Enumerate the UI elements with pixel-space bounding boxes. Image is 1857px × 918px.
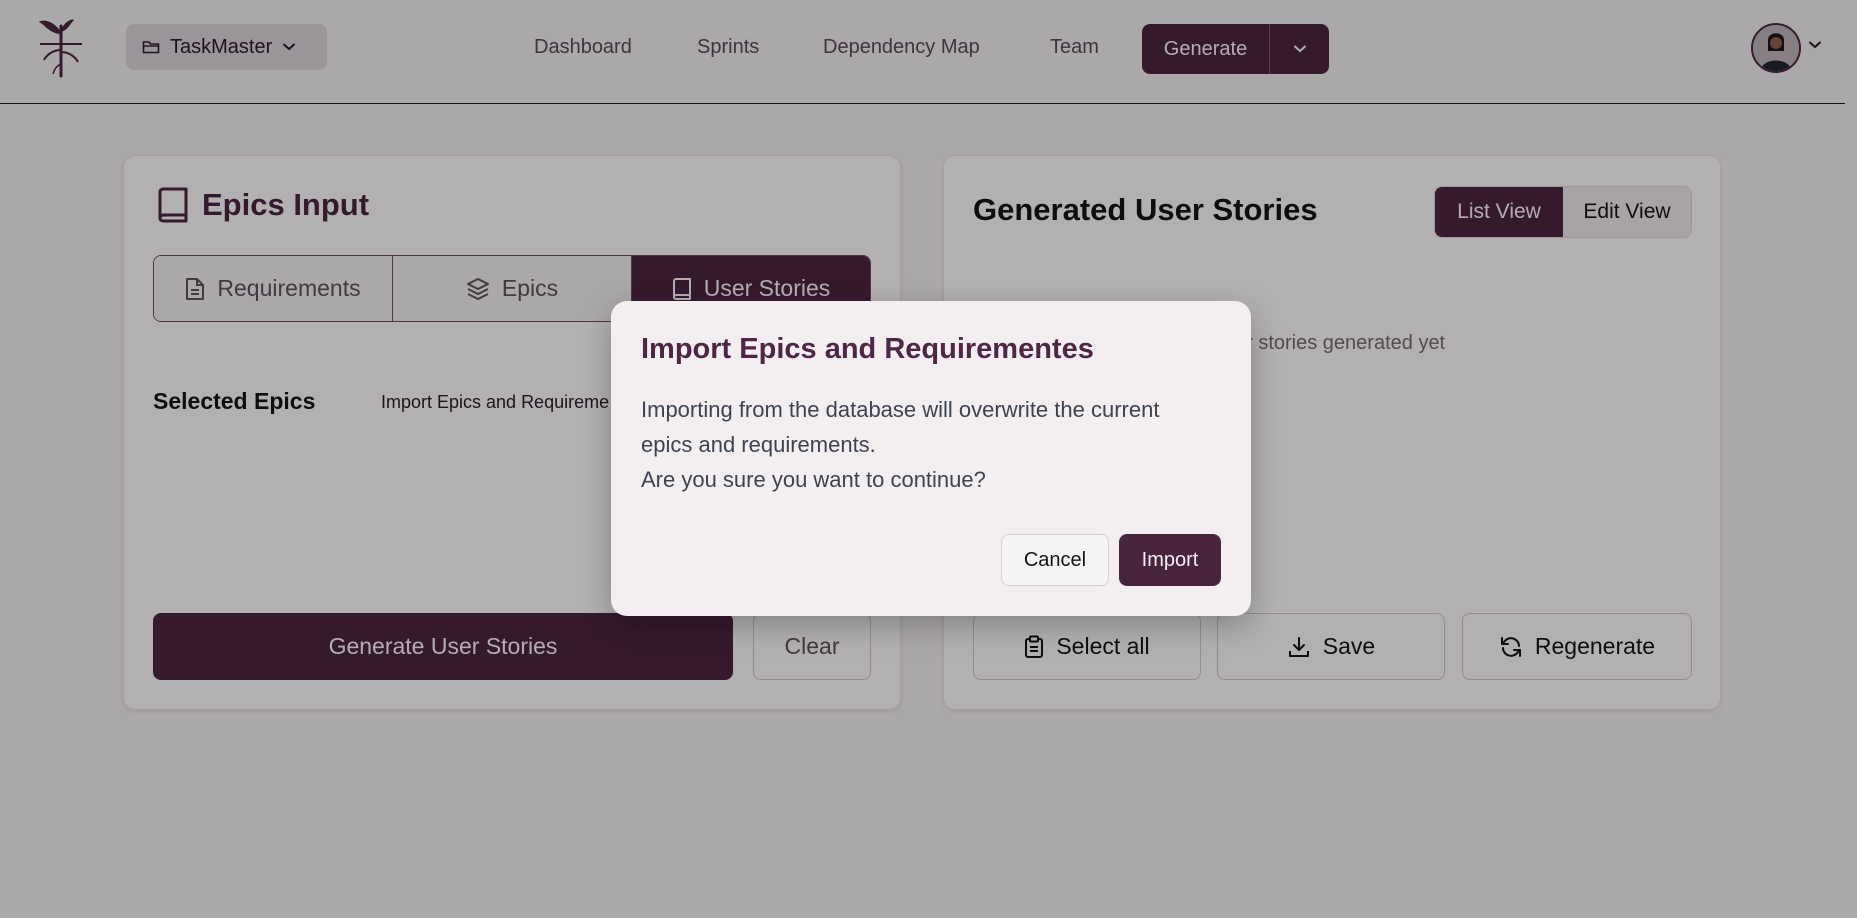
cancel-button[interactable]: Cancel	[1001, 534, 1109, 586]
dialog-message-line: Importing from the database will overwri…	[641, 397, 1160, 422]
dialog-message-line: Are you sure you want to continue?	[641, 467, 986, 492]
dialog-message-line: epics and requirements.	[641, 432, 876, 457]
dialog-message: Importing from the database will overwri…	[641, 392, 1231, 497]
import-confirm-dialog: Import Epics and Requirementes Importing…	[611, 301, 1251, 616]
import-button[interactable]: Import	[1119, 534, 1221, 586]
dialog-title: Import Epics and Requirementes	[641, 333, 1094, 365]
